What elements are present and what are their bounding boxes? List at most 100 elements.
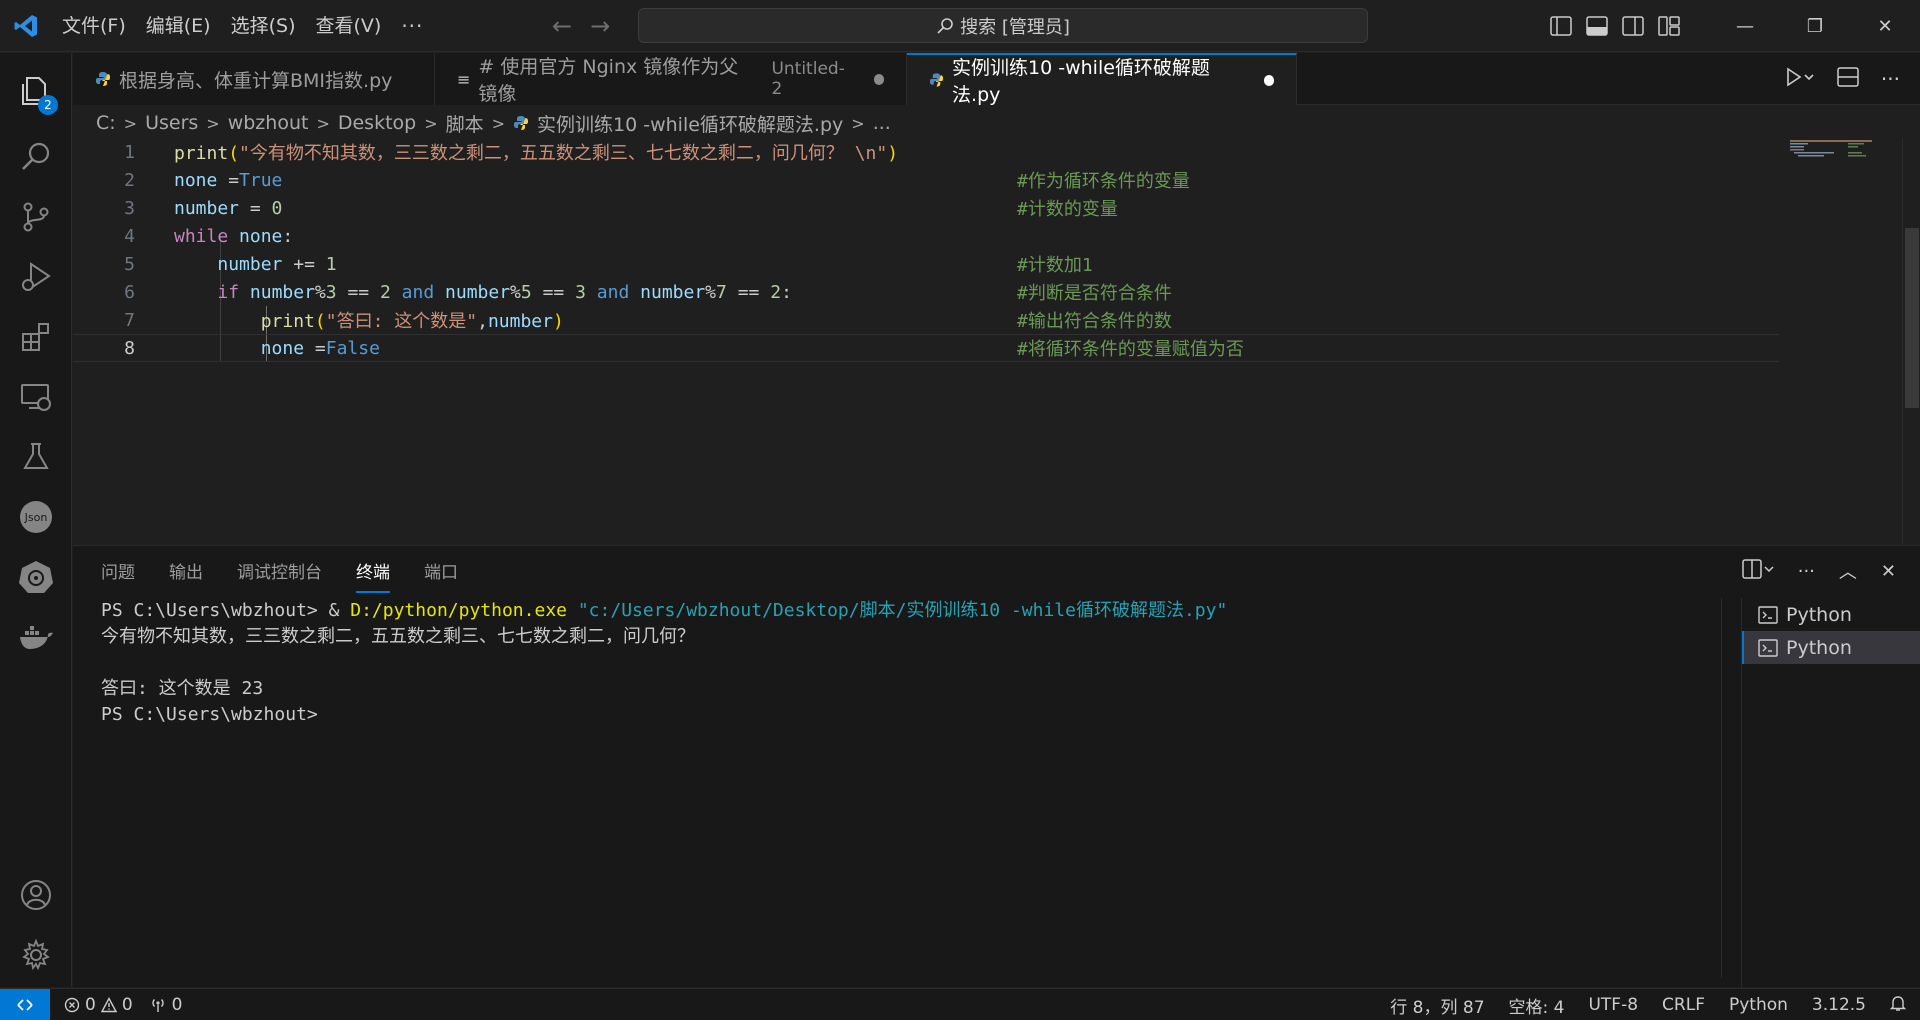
error-count: 0: [85, 994, 96, 1015]
line-code: if number%3 == 2 and number%5 == 3 and n…: [217, 281, 792, 303]
split-editor-icon[interactable]: [1837, 67, 1859, 91]
code-line: 7 print("答曰: 这个数是",number) #输出符合条件的数: [73, 306, 1773, 334]
activity-bar: 2 Json: [0, 53, 72, 987]
menu-file[interactable]: 文件(F): [52, 10, 136, 42]
end-of-line[interactable]: CRLF: [1662, 995, 1705, 1015]
breadcrumb-segment[interactable]: 脚本: [446, 110, 484, 137]
problems-status[interactable]: 0 0: [64, 995, 133, 1015]
restore-window-icon[interactable]: ❐: [1780, 0, 1850, 52]
breadcrumb-segment[interactable]: 实例训练10 -while循环破解题法.py: [537, 110, 843, 137]
title-right-controls: — ❐ ✕: [1550, 0, 1920, 52]
editor-scrollbar[interactable]: [1902, 138, 1920, 544]
code-editor[interactable]: 1 print("今有物不知其数，三三数之剩二，五五数之剩三、七七数之剩二，问几…: [73, 138, 1920, 544]
command-center-search[interactable]: 搜索 [管理员]: [638, 8, 1368, 43]
terminal-output[interactable]: PS C:\Users\wbzhout> & D:/python/python.…: [101, 598, 1227, 728]
terminal-line-empty: [101, 650, 1227, 676]
breadcrumb-segment[interactable]: wbzhout: [228, 112, 309, 134]
toggle-secondary-sidebar-icon[interactable]: [1622, 16, 1644, 36]
panel-tab-output[interactable]: 输出: [169, 558, 203, 593]
search-view-icon[interactable]: [0, 127, 72, 187]
line-code: number = 0: [174, 197, 283, 219]
language-mode[interactable]: Python: [1729, 995, 1788, 1015]
editor-tabs: 根据身高、体重计算BMI指数.py ≡ # 使用官方 Nginx 镜像作为父镜像…: [73, 53, 1920, 106]
breadcrumb-segment[interactable]: Desktop: [338, 112, 416, 134]
title-bar: 文件(F) 编辑(E) 选择(S) 查看(V) ··· ← → 搜索 [管理员]…: [0, 0, 1920, 52]
code-line: 3 number = 0 #计数的变量: [73, 194, 1773, 222]
line-number: 2: [124, 169, 135, 191]
menu-view[interactable]: 查看(V): [306, 10, 392, 42]
python-file-icon: [96, 72, 110, 86]
line-number: 8: [124, 337, 135, 359]
terminal-list: Python Python: [1741, 598, 1920, 988]
line-code: while none:: [174, 225, 294, 247]
panel-tab-terminal[interactable]: 终端: [356, 558, 390, 593]
menu-selection[interactable]: 选择(S): [221, 10, 306, 42]
explorer-badge: 2: [38, 95, 58, 115]
breadcrumb-segment[interactable]: Users: [145, 112, 198, 134]
code-line: 1 print("今有物不知其数，三三数之剩二，五五数之剩三、七七数之剩二，问几…: [73, 138, 1773, 166]
back-arrow-icon[interactable]: ←: [552, 12, 572, 40]
more-actions-icon[interactable]: ···: [1881, 67, 1900, 91]
chevron-right-icon: >: [424, 113, 438, 133]
panel-tab-problems[interactable]: 问题: [101, 558, 135, 593]
toggle-primary-sidebar-icon[interactable]: [1550, 16, 1572, 36]
line-comment: #作为循环条件的变量: [1017, 171, 1190, 192]
run-python-file-icon[interactable]: [1785, 67, 1815, 91]
code-line: 5 number += 1 #计数加1: [73, 250, 1773, 278]
maximize-panel-icon[interactable]: ︿: [1839, 558, 1857, 584]
toggle-panel-icon[interactable]: [1586, 16, 1608, 36]
extensions-icon[interactable]: [0, 307, 72, 367]
breadcrumb-segment[interactable]: C:: [96, 112, 116, 134]
json-extension-icon[interactable]: Json: [0, 487, 72, 547]
terminal-instance-label: Python: [1786, 603, 1852, 626]
explorer-icon[interactable]: 2: [0, 61, 72, 121]
remote-explorer-icon[interactable]: [0, 367, 72, 427]
minimap[interactable]: [1788, 138, 1888, 158]
indentation[interactable]: 空格: 4: [1509, 993, 1565, 1018]
kubernetes-icon[interactable]: [0, 547, 72, 607]
terminal-instance-active[interactable]: Python: [1742, 631, 1920, 664]
line-comment: #将循环条件的变量赋值为否: [1017, 339, 1244, 360]
notifications-bell-icon[interactable]: [1889, 994, 1907, 1017]
terminal-prompt: PS C:\Users\wbzhout> &: [101, 600, 351, 621]
tab-untitled-2[interactable]: ≡ # 使用官方 Nginx 镜像作为父镜像 Untitled-2: [435, 53, 907, 105]
customize-layout-icon[interactable]: [1658, 16, 1680, 36]
close-window-icon[interactable]: ✕: [1850, 0, 1920, 52]
settings-gear-icon[interactable]: [0, 925, 72, 985]
minimize-window-icon[interactable]: —: [1710, 0, 1780, 52]
split-terminal-icon[interactable]: [1741, 558, 1774, 584]
unsaved-dot-icon[interactable]: [1263, 74, 1274, 86]
docker-icon[interactable]: [0, 607, 72, 667]
tab-while-loop-py[interactable]: 实例训练10 -while循环破解题法.py: [907, 53, 1297, 106]
panel-tabs: 问题 输出 调试控制台 终端 端口: [101, 558, 458, 593]
remote-indicator-icon[interactable]: [0, 988, 50, 1020]
testing-flask-icon[interactable]: [0, 427, 72, 487]
line-comment: #计数加1: [1017, 255, 1093, 276]
unsaved-dot-icon[interactable]: [873, 73, 884, 85]
python-file-icon: [514, 116, 529, 130]
forward-arrow-icon[interactable]: →: [590, 12, 610, 40]
terminal-instance[interactable]: Python: [1742, 598, 1920, 631]
cursor-position[interactable]: 行 8，列 87: [1390, 993, 1484, 1018]
encoding[interactable]: UTF-8: [1588, 995, 1638, 1015]
source-control-icon[interactable]: [0, 187, 72, 247]
search-icon: [937, 17, 953, 34]
ports-status[interactable]: 0: [149, 995, 182, 1015]
breadcrumb-segment[interactable]: ...: [873, 112, 891, 134]
menu-more-icon[interactable]: ···: [391, 10, 433, 42]
scrollbar-thumb[interactable]: [1905, 228, 1919, 408]
python-version[interactable]: 3.12.5: [1812, 995, 1866, 1015]
panel-tab-ports[interactable]: 端口: [424, 558, 458, 593]
run-debug-icon[interactable]: [0, 247, 72, 307]
more-actions-icon[interactable]: ···: [1798, 561, 1815, 582]
menu-edit[interactable]: 编辑(E): [136, 10, 221, 42]
line-number: 4: [124, 225, 135, 247]
close-panel-icon[interactable]: ✕: [1881, 561, 1896, 582]
status-left: 0 0 0: [64, 995, 182, 1015]
bottom-panel: 问题 输出 调试控制台 终端 端口 ··· ︿ ✕ PS C:\Users\wb…: [73, 545, 1920, 988]
tab-bmi-py[interactable]: 根据身高、体重计算BMI指数.py: [73, 53, 435, 105]
panel-tab-debug-console[interactable]: 调试控制台: [237, 558, 322, 593]
accounts-icon[interactable]: [0, 865, 72, 925]
terminal-scrollbar[interactable]: [1721, 598, 1739, 978]
editor-actions: ···: [1785, 53, 1920, 105]
